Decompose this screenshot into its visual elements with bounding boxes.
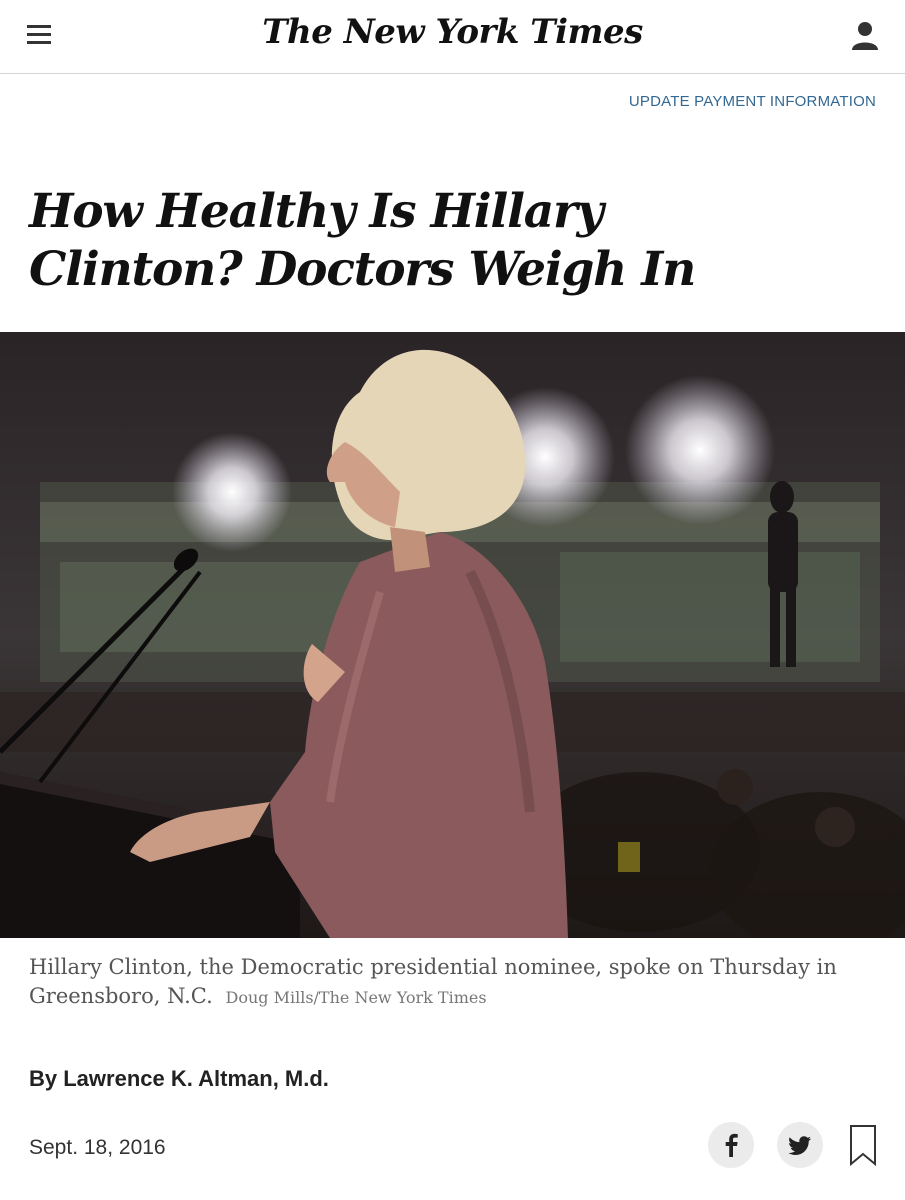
facebook-share-button[interactable] xyxy=(708,1122,754,1168)
publish-date: Sept. 18, 2016 xyxy=(29,1136,166,1159)
photo-credit: Doug Mills/The New York Times xyxy=(225,988,487,1007)
photo-caption: Hillary Clinton, the Democratic presiden… xyxy=(29,953,869,1012)
bookmark-icon xyxy=(850,1125,876,1167)
user-account-icon[interactable] xyxy=(851,20,879,52)
facebook-icon xyxy=(725,1133,738,1157)
article-byline[interactable]: By Lawrence K. Altman, M.d. xyxy=(29,1066,329,1092)
bookmark-button[interactable] xyxy=(848,1124,878,1168)
article-headline: How Healthy Is Hillary Clinton? Doctors … xyxy=(29,184,696,297)
nyt-logo[interactable]: The New York Times xyxy=(0,12,905,52)
twitter-share-button[interactable] xyxy=(777,1122,823,1168)
twitter-icon xyxy=(788,1136,811,1155)
update-payment-link[interactable]: UPDATE PAYMENT INFORMATION xyxy=(629,93,876,110)
top-header: The New York Times xyxy=(0,0,905,74)
article-photo xyxy=(0,332,905,938)
